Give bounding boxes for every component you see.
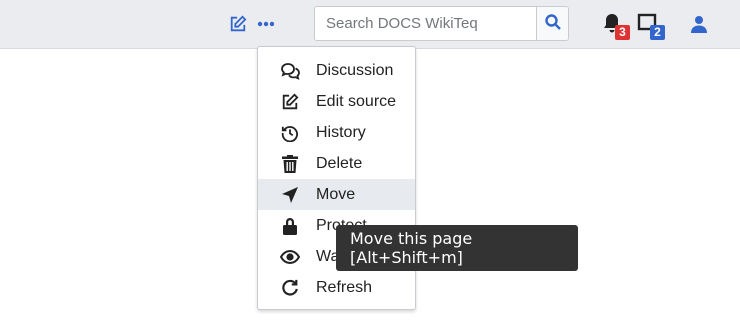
menu-item-label: Edit source xyxy=(316,92,397,110)
more-horizontal-icon[interactable] xyxy=(256,14,276,34)
menu-item-history[interactable]: History xyxy=(258,117,415,148)
menu-item-label: Discussion xyxy=(316,61,394,79)
menu-item-label: History xyxy=(316,123,366,141)
edit-icon[interactable] xyxy=(228,14,248,34)
history-icon xyxy=(280,123,300,143)
notices-button[interactable]: 2 xyxy=(637,12,665,40)
menu-item-discussion[interactable]: Discussion xyxy=(258,55,415,86)
lock-icon xyxy=(280,216,300,236)
alerts-count-badge: 3 xyxy=(615,25,630,40)
user-icon[interactable] xyxy=(689,13,709,35)
menu-item-move[interactable]: Move xyxy=(258,179,415,210)
menu-item-label: Delete xyxy=(316,154,363,172)
search-button[interactable] xyxy=(536,7,568,40)
search-input[interactable] xyxy=(315,7,536,40)
menu-item-label: Move xyxy=(316,185,356,203)
discussion-icon xyxy=(280,61,300,81)
move-arrow-icon xyxy=(280,185,300,205)
eye-icon xyxy=(280,247,300,267)
search-icon xyxy=(544,14,561,33)
menu-item-delete[interactable]: Delete xyxy=(258,148,415,179)
notices-count-badge: 2 xyxy=(650,25,665,40)
trash-icon xyxy=(280,154,300,174)
top-navbar: 3 2 xyxy=(0,0,740,49)
menu-item-edit-source[interactable]: Edit source xyxy=(258,86,415,117)
menu-item-refresh[interactable]: Refresh xyxy=(258,272,415,303)
alerts-button[interactable]: 3 xyxy=(602,12,630,40)
edit-source-icon xyxy=(280,92,300,112)
refresh-icon xyxy=(280,278,300,298)
move-tooltip: Move this page [Alt+Shift+m] xyxy=(336,225,578,271)
menu-item-label: Refresh xyxy=(316,278,373,296)
search-box xyxy=(314,6,569,41)
